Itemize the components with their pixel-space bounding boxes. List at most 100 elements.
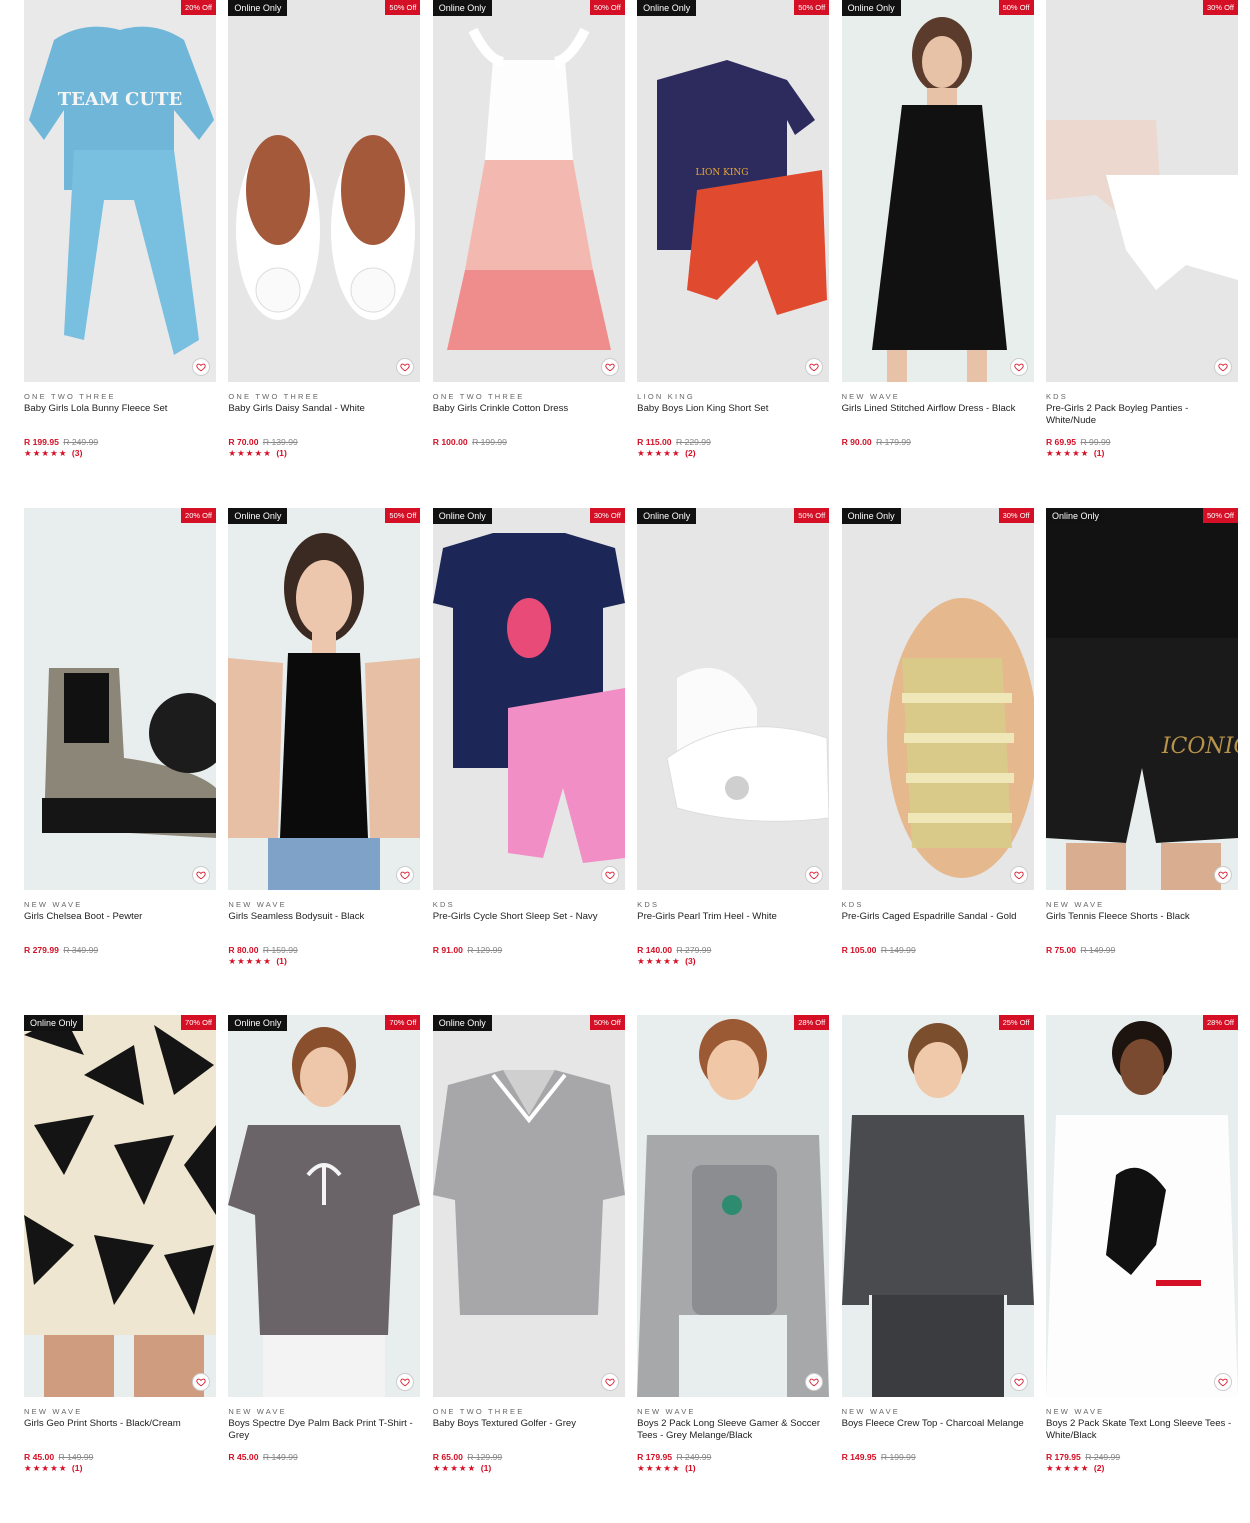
wishlist-heart-icon[interactable] [396, 865, 415, 884]
product-card[interactable]: 25% Off NEW WAVE Boys Fleece Crew Top - … [841, 1015, 1034, 1523]
product-image[interactable]: Online Only 50% Off [841, 0, 1034, 382]
product-rating: ★★★★★ (1) [433, 1463, 625, 1473]
wishlist-heart-icon[interactable] [600, 1373, 619, 1391]
product-rating: ★★★★★ (1) [637, 1463, 829, 1473]
product-name[interactable]: Baby Girls Daisy Sandal - White [228, 403, 420, 437]
wishlist-heart-icon[interactable] [1009, 1373, 1028, 1391]
product-card[interactable]: Online Only 50% Off NEW WAVE Girls Seaml… [228, 507, 421, 1016]
product-card[interactable]: Online Only 50% Off NEW WAVE Girls Lined… [841, 0, 1034, 508]
online-only-badge: Online Only [637, 0, 697, 16]
review-count: (3) [71, 448, 83, 458]
discount-badge: 50% Off [998, 0, 1034, 15]
product-image[interactable]: Online Only 30% Off [841, 507, 1034, 890]
product-name[interactable]: Boys Fleece Crew Top - Charcoal Melange [842, 1418, 1034, 1452]
product-card[interactable]: Online Only 70% Off NEW WAVE Girls Geo P… [24, 1015, 216, 1523]
product-rating: ★★★★★ (1) [228, 448, 420, 458]
product-photo: ICONIC [1045, 507, 1238, 890]
product-card[interactable]: ICONIC Online Only 50% Off NEW WAVE Girl… [1045, 507, 1238, 1016]
product-image[interactable]: 25% Off [841, 1015, 1034, 1397]
product-image[interactable]: Online Only 70% Off [24, 1015, 216, 1397]
product-image[interactable]: LION KING Online Only 50% Off [637, 0, 830, 382]
product-name[interactable]: Boys 2 Pack Long Sleeve Gamer & Soccer T… [637, 1418, 829, 1452]
product-name[interactable]: Pre-Girls Caged Espadrille Sandal - Gold [842, 911, 1034, 945]
wishlist-heart-icon[interactable] [600, 358, 619, 376]
product-card[interactable]: 28% Off NEW WAVE Boys 2 Pack Long Sleeve… [637, 1015, 830, 1523]
wishlist-heart-icon[interactable] [1009, 358, 1028, 376]
current-price: R 179.95 [637, 1452, 673, 1462]
product-name[interactable]: Baby Girls Lola Bunny Fleece Set [24, 403, 216, 437]
product-name[interactable]: Boys Spectre Dye Palm Back Print T-Shirt… [228, 1418, 420, 1452]
product-image[interactable]: Online Only 50% Off [228, 0, 421, 382]
current-price: R 45.00 [228, 1452, 259, 1462]
product-name[interactable]: Pre-Girls 2 Pack Boyleg Panties - White/… [1046, 403, 1238, 437]
product-name[interactable]: Girls Tennis Fleece Shorts - Black [1046, 911, 1238, 945]
product-price: R 45.00 R 149.99 [24, 1452, 216, 1462]
wishlist-heart-icon[interactable] [1009, 865, 1028, 884]
wishlist-heart-icon[interactable] [1213, 865, 1232, 884]
product-price: R 91.00 R 129.99 [433, 945, 625, 955]
product-image[interactable]: 20% Off [24, 507, 216, 890]
product-price: R 65.00 R 129.99 [433, 1452, 625, 1462]
product-name[interactable]: Pre-Girls Cycle Short Sleep Set - Navy [433, 911, 625, 945]
product-price: R 100.00 R 199.99 [433, 437, 625, 447]
review-count: (2) [685, 448, 696, 458]
current-price: R 199.95 [24, 437, 59, 447]
wishlist-heart-icon[interactable] [805, 865, 824, 884]
product-card[interactable]: Online Only 70% Off NEW WAVE Boys Spectr… [228, 1015, 421, 1523]
discount-badge: 50% Off [385, 507, 421, 523]
product-name[interactable]: Baby Boys Textured Golfer - Grey [433, 1418, 625, 1452]
product-price: R 115.00 R 229.99 [637, 437, 829, 447]
product-image[interactable]: ICONIC Online Only 50% Off [1045, 507, 1238, 890]
wishlist-heart-icon[interactable] [1213, 358, 1232, 376]
product-image[interactable]: TEAM CUTE 20% Off [24, 0, 216, 382]
rating-stars-icon: ★★★★★ [228, 955, 272, 966]
product-image[interactable]: 28% Off [637, 1015, 830, 1397]
product-price: R 149.95 R 199.99 [842, 1452, 1034, 1462]
original-price: R 139.99 [262, 437, 298, 447]
product-image[interactable]: 28% Off [1045, 1015, 1238, 1397]
product-card[interactable]: Online Only 30% Off KDS Pre-Girls Caged … [841, 507, 1034, 1016]
product-photo [432, 0, 625, 382]
product-card[interactable]: Online Only 30% Off KDS Pre-Girls Cycle … [432, 507, 625, 1016]
wishlist-heart-icon[interactable] [192, 1373, 210, 1391]
product-name[interactable]: Baby Girls Crinkle Cotton Dress [433, 403, 625, 437]
discount-badge: 50% Off [589, 1015, 625, 1030]
product-name[interactable]: Boys 2 Pack Skate Text Long Sleeve Tees … [1046, 1418, 1238, 1452]
product-card[interactable]: 20% Off NEW WAVE Girls Chelsea Boot - Pe… [24, 507, 216, 1016]
product-card[interactable]: Online Only 50% Off KDS Pre-Girls Pearl … [637, 507, 830, 1016]
wishlist-heart-icon[interactable] [192, 865, 210, 884]
product-name[interactable]: Pre-Girls Pearl Trim Heel - White [637, 911, 829, 945]
wishlist-heart-icon[interactable] [600, 865, 619, 884]
product-name[interactable]: Girls Lined Stitched Airflow Dress - Bla… [842, 403, 1034, 437]
product-image[interactable]: Online Only 30% Off [432, 507, 625, 890]
product-name[interactable]: Girls Geo Print Shorts - Black/Cream [24, 1418, 216, 1452]
discount-badge: 30% Off [1202, 0, 1238, 15]
product-card[interactable]: Online Only 50% Off ONE TWO THREE Baby B… [432, 1015, 625, 1523]
product-image[interactable]: Online Only 50% Off [228, 507, 421, 890]
product-photo [432, 507, 625, 890]
product-image[interactable]: Online Only 50% Off [637, 507, 830, 890]
product-image[interactable]: Online Only 50% Off [432, 1015, 625, 1397]
current-price: R 45.00 [24, 1452, 55, 1462]
product-image[interactable]: Online Only 70% Off [228, 1015, 421, 1397]
wishlist-heart-icon[interactable] [192, 358, 210, 376]
product-card[interactable]: TEAM CUTE 20% Off ONE TWO THREE Baby Gir… [24, 0, 216, 508]
product-card[interactable]: Online Only 50% Off ONE TWO THREE Baby G… [228, 0, 421, 508]
discount-badge: 50% Off [385, 0, 421, 15]
wishlist-heart-icon[interactable] [1213, 1373, 1232, 1391]
product-name[interactable]: Girls Seamless Bodysuit - Black [228, 911, 420, 945]
product-card[interactable]: 30% Off KDS Pre-Girls 2 Pack Boyleg Pant… [1045, 0, 1238, 508]
product-card[interactable]: LION KING Online Only 50% Off LION KING … [637, 0, 830, 508]
product-image[interactable]: 30% Off [1045, 0, 1238, 382]
original-price: R 249.99 [63, 437, 99, 447]
product-name[interactable]: Baby Boys Lion King Short Set [637, 403, 829, 437]
product-price: R 90.00 R 179.99 [842, 437, 1034, 447]
rating-stars-icon: ★★★★★ [432, 1463, 477, 1473]
product-image[interactable]: Online Only 50% Off [432, 0, 625, 382]
product-name[interactable]: Girls Chelsea Boot - Pewter [24, 911, 216, 945]
original-price: R 249.99 [676, 1452, 712, 1462]
review-count: (2) [1093, 1463, 1105, 1473]
product-photo [432, 1015, 625, 1397]
product-card[interactable]: 28% Off NEW WAVE Boys 2 Pack Skate Text … [1045, 1015, 1238, 1523]
product-card[interactable]: Online Only 50% Off ONE TWO THREE Baby G… [432, 0, 625, 508]
